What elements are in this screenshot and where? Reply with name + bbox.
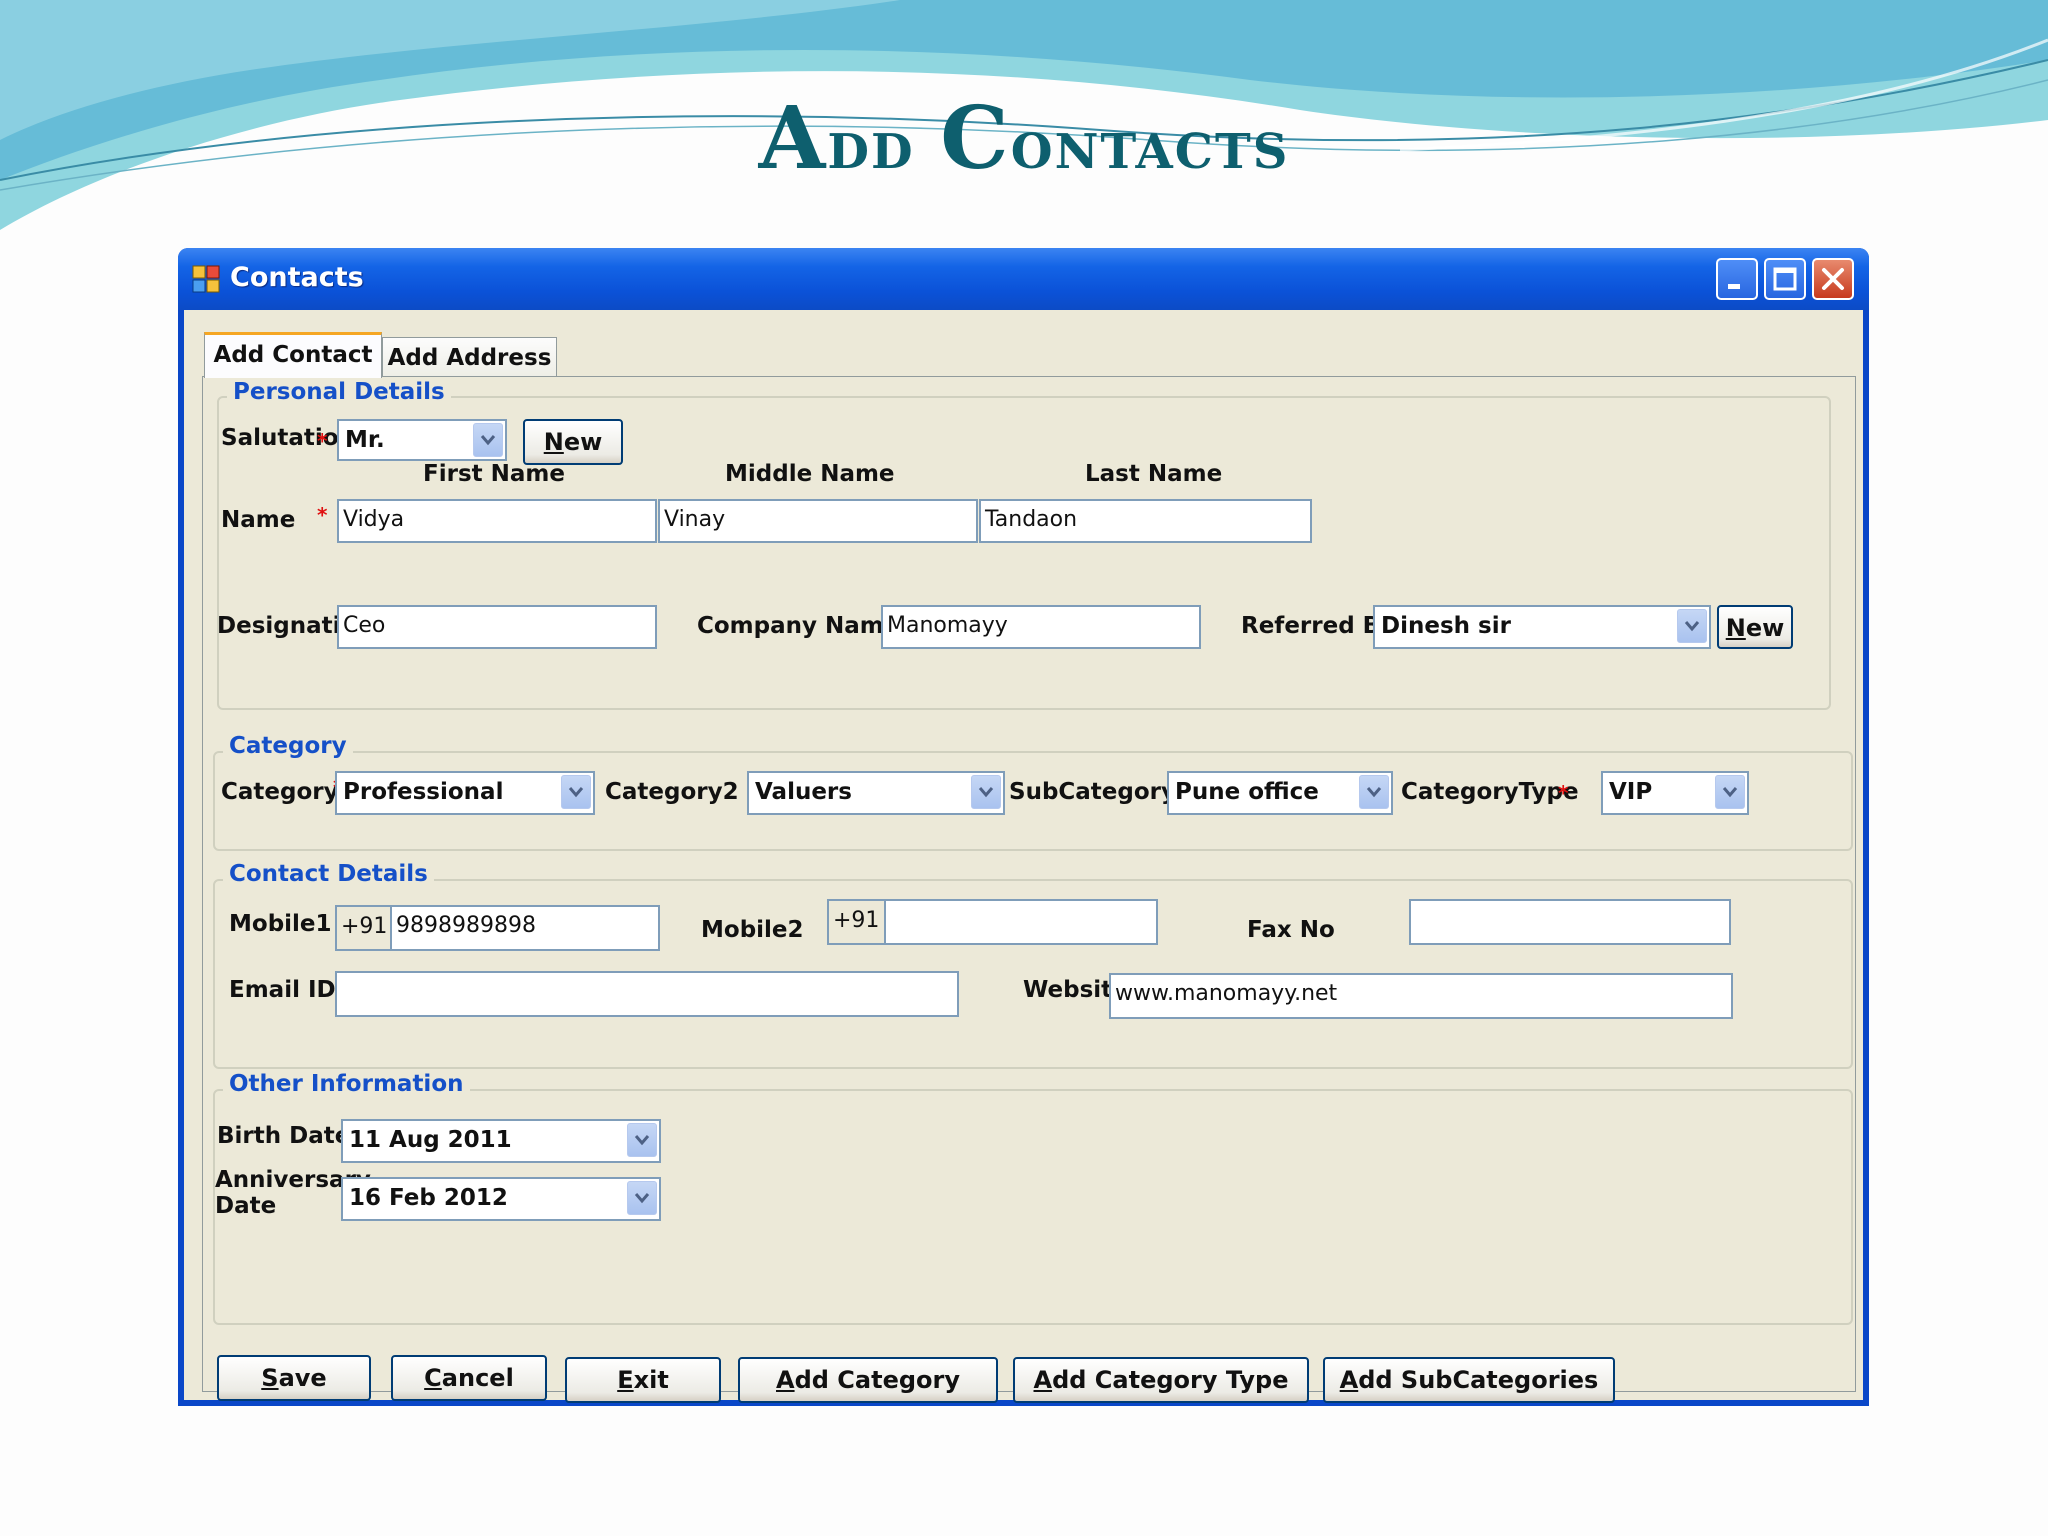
mobile1-country-code: +91 (335, 905, 391, 951)
first-name-input[interactable]: Vidya (337, 499, 657, 543)
slide-title: Add Contacts (758, 88, 1290, 189)
fax-no-label: Fax No (1247, 917, 1335, 943)
designation-input[interactable]: Ceo (337, 605, 657, 649)
middle-name-input[interactable]: Vinay (658, 499, 978, 543)
category2-label: Category2 (605, 779, 739, 805)
close-icon[interactable] (1812, 258, 1854, 300)
category-legend: Category (223, 733, 353, 759)
anniversary-date-picker[interactable]: 16 Feb 2012 (341, 1177, 661, 1221)
contact-details-legend: Contact Details (223, 861, 434, 887)
salutation-label: Salutation (221, 425, 355, 451)
chevron-down-icon[interactable] (971, 775, 1001, 809)
maximize-icon[interactable] (1764, 258, 1806, 300)
name-label: Name (221, 507, 296, 533)
minimize-icon[interactable] (1716, 258, 1758, 300)
category1-select[interactable]: Professional (335, 771, 595, 815)
category-type-label: CategoryType (1401, 779, 1579, 805)
company-name-label: Company Name (697, 613, 900, 639)
other-information-legend: Other Information (223, 1071, 470, 1097)
last-name-header: Last Name (1085, 461, 1223, 487)
contacts-window: Contacts Add Contact Add Address Persona… (178, 248, 1869, 1406)
fax-no-input[interactable] (1409, 899, 1731, 945)
add-category-button[interactable]: Add Category (738, 1357, 998, 1403)
personal-details-legend: Personal Details (227, 379, 451, 405)
chevron-down-icon[interactable] (473, 423, 503, 457)
required-marker: * (317, 429, 328, 453)
mobile2-country-code: +91 (827, 899, 885, 945)
required-marker: * (1558, 781, 1569, 805)
mobile1-label: Mobile1 (229, 911, 332, 937)
add-category-type-button[interactable]: Add Category Type (1013, 1357, 1309, 1403)
email-id-label: Email ID (229, 977, 336, 1003)
salutation-select[interactable]: Mr. (337, 419, 507, 461)
company-name-input[interactable]: Manomayy (881, 605, 1201, 649)
category-type-select[interactable]: VIP (1601, 771, 1749, 815)
chevron-down-icon[interactable] (1359, 775, 1389, 809)
chevron-down-icon[interactable] (1677, 609, 1707, 643)
birth-date-label: Birth Date (217, 1123, 351, 1149)
middle-name-header: Middle Name (725, 461, 895, 487)
window-client-area: Add Contact Add Address Personal Details… (184, 310, 1863, 1403)
referred-by-select[interactable]: Dinesh sir (1373, 605, 1711, 649)
save-button[interactable]: Save (217, 1355, 371, 1401)
chevron-down-icon[interactable] (1715, 775, 1745, 809)
app-icon (192, 265, 220, 293)
email-id-input[interactable] (335, 971, 959, 1017)
mobile1-input[interactable]: 9898989898 (390, 905, 660, 951)
birth-date-picker[interactable]: 11 Aug 2011 (341, 1119, 661, 1163)
new-salutation-button[interactable]: New (523, 419, 623, 465)
window-titlebar[interactable]: Contacts (178, 248, 1869, 310)
website-input[interactable]: www.manomayy.net (1109, 973, 1733, 1019)
window-title: Contacts (230, 262, 364, 293)
tab-page-add-contact: Personal Details Salutation * Mr. New Fi… (202, 376, 1856, 1403)
cancel-button[interactable]: Cancel (391, 1355, 547, 1401)
add-subcategories-button[interactable]: Add SubCategories (1323, 1357, 1615, 1403)
chevron-down-icon[interactable] (627, 1123, 657, 1157)
mobile2-label: Mobile2 (701, 917, 804, 943)
chevron-down-icon[interactable] (627, 1181, 657, 1215)
tab-add-address[interactable]: Add Address (382, 337, 557, 377)
category2-select[interactable]: Valuers (747, 771, 1005, 815)
first-name-header: First Name (423, 461, 565, 487)
exit-button[interactable]: Exit (565, 1357, 721, 1403)
mobile2-input[interactable] (884, 899, 1158, 945)
required-marker: * (317, 503, 328, 527)
last-name-input[interactable]: Tandaon (979, 499, 1312, 543)
subcategory-label: SubCategory (1009, 779, 1176, 805)
new-referrer-button[interactable]: New (1717, 605, 1793, 649)
chevron-down-icon[interactable] (561, 775, 591, 809)
subcategory-select[interactable]: Pune office (1167, 771, 1393, 815)
tab-add-contact[interactable]: Add Contact (204, 332, 382, 378)
